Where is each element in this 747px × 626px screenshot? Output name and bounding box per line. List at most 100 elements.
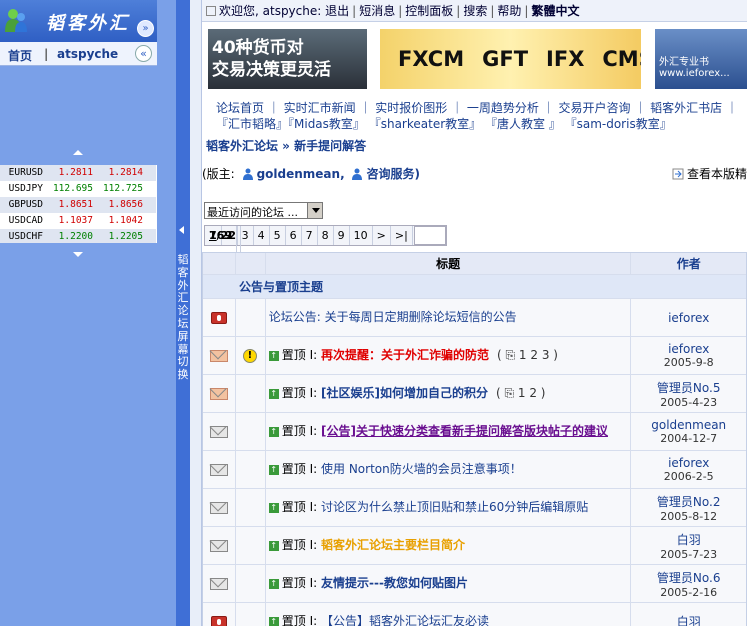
topic-pages[interactable]: ( ⎘ 1 2 3 ) [497, 348, 558, 363]
top-bar: 欢迎您, atspyche: 退出 | 短消息 | 控制面板 | 搜索 | 帮助 | 繁體中文 [202, 0, 747, 22]
page-link[interactable]: 10 [350, 226, 373, 245]
topic-author[interactable]: 管理员No.5 [631, 379, 746, 396]
hot-topic-icon [210, 387, 228, 400]
topic-title[interactable]: 使用 Norton防火墙的会员注意事项！ [321, 462, 522, 477]
page-last[interactable]: >| [391, 226, 413, 245]
table-row[interactable]: ↑ 置顶 I: 韬客外汇论坛主要栏目简介 白羽 2005-7-23 [203, 527, 746, 565]
scroll-up-icon[interactable] [73, 150, 83, 155]
sticky-prefix: 置顶 I: [281, 614, 318, 626]
topic-title[interactable]: [社区娱乐]如何增加自己的积分 [321, 386, 488, 401]
search-link[interactable]: 搜索 [463, 4, 487, 18]
rate-row: USDCAD 1.1037 1.1042 [8, 215, 143, 226]
topic-title[interactable]: 【公告】韬客外汇论坛汇友必读 [321, 614, 489, 626]
sidebar-nav: 首页 | atspyche « [0, 42, 157, 66]
topic-title[interactable]: [公告]关于快速分类查看新手提问解答版块帖子的建议 [321, 424, 608, 439]
control-panel-link[interactable]: 控制面板 [405, 4, 453, 18]
rate-row: USDJPY 112.695 112.725 [8, 183, 143, 194]
links-row[interactable]: 『汇市韬略』『Midas教室』 『sharkeater教室』 『唐人教室 』 『… [216, 116, 747, 132]
table-row[interactable]: 论坛公告: 关于每周日定期删除论坛短信的公告 ieforex [203, 299, 746, 337]
page-link[interactable]: 5 [270, 226, 286, 245]
table-row[interactable]: ↑ 置顶 I: 【公告】韬客外汇论坛汇友必读 白羽 [203, 603, 746, 626]
pin-icon: ↑ [268, 578, 279, 589]
fold-button[interactable]: » [137, 20, 154, 37]
topic-pages[interactable]: ( ⎘ 1 2 ) [496, 386, 546, 401]
moderator-link[interactable]: goldenmean, [257, 167, 345, 181]
topic-date: 2005-9-8 [663, 356, 714, 369]
sticky-prefix: 置顶 I: [281, 500, 318, 514]
topic-author[interactable]: ieforex [631, 342, 746, 356]
logout-link[interactable]: 退出 [325, 4, 349, 18]
banner-text: CMS [602, 47, 641, 71]
topic-envelope-icon [210, 501, 228, 514]
forum-links: 论坛首页 ｜ 实时汇市新闻 ｜ 实时报价图形 ｜ 一周趋势分析 ｜ 交易开户咨询… [216, 100, 747, 132]
table-row[interactable]: ↑ 置顶 I: [公告]关于快速分类查看新手提问解答版块帖子的建议 goldenm… [203, 413, 746, 451]
table-row[interactable]: ↑ 置顶 I: [社区娱乐]如何增加自己的积分 ( ⎘ 1 2 ) 管理员No.5 2… [203, 375, 746, 413]
page-jump-input[interactable] [413, 226, 446, 245]
left-sidebar: 韬客外汇 » 首页 | atspyche « EURUSD 1.2811 1.281… [0, 0, 176, 626]
section-header: 公告与置顶主题 [203, 275, 746, 299]
page-link[interactable]: 4 [254, 226, 270, 245]
view-board-link[interactable]: 查看本版精 [669, 165, 747, 182]
topic-author[interactable]: ieforex [631, 311, 746, 325]
table-row[interactable]: ↑ 置顶 I: 友情提示---教您如何贴图片 管理员No.6 2005-2-16 [203, 565, 746, 603]
topic-author[interactable]: goldenmean [631, 418, 746, 432]
welcome-text: 欢迎您, atspyche: [219, 4, 322, 18]
nav-user-link[interactable]: atspyche [57, 47, 118, 61]
moderator-link[interactable]: 咨询服务) [366, 167, 420, 181]
table-header: 标题 作者 [203, 253, 746, 275]
pin-icon: ↑ [268, 350, 279, 361]
page-link[interactable]: 9 [334, 226, 350, 245]
topic-date: 2004-12-7 [660, 432, 718, 445]
topic-title[interactable]: 讨论区为什么禁止顶旧贴和禁止60分钟后编辑原贴 [321, 500, 588, 515]
screen-switch-label[interactable]: 韬客外汇论坛屏幕切换 [177, 253, 189, 382]
topic-author[interactable]: 白羽 [631, 531, 746, 548]
chevron-down-icon[interactable] [307, 203, 322, 218]
arrow-page-icon [672, 168, 684, 180]
page-link[interactable]: 7 [302, 226, 318, 245]
topic-author[interactable]: 管理员No.2 [631, 493, 746, 510]
collapse-left-icon[interactable] [179, 226, 184, 234]
breadcrumb[interactable]: 韬客外汇论坛 » 新手提问解答 [206, 137, 366, 154]
help-link[interactable]: 帮助 [497, 4, 521, 18]
topic-title[interactable]: 友情提示---教您如何贴图片 [321, 576, 468, 591]
sticky-prefix: 置顶 I: [281, 538, 318, 552]
collapse-button[interactable]: « [135, 45, 152, 62]
sticky-prefix: 置顶 I: [281, 576, 318, 590]
messages-link[interactable]: 短消息 [359, 4, 395, 18]
page-link[interactable]: 6 [286, 226, 302, 245]
sticky-prefix: 置顶 I: [281, 462, 318, 476]
traditional-chinese-link[interactable]: 繁體中文 [531, 4, 579, 18]
table-row[interactable]: ↑ 置顶 I: 使用 Norton防火墙的会员注意事项！ ieforex 2006-… [203, 451, 746, 489]
topic-title[interactable]: 论坛公告: 关于每周日定期删除论坛短信的公告 [269, 310, 517, 325]
topic-title[interactable]: 再次提醒：关于外汇诈骗的防范 [321, 348, 489, 363]
page-next[interactable]: > [373, 226, 391, 245]
page-link[interactable]: 8 [318, 226, 334, 245]
banner-currency[interactable]: 40种货币对 交易决策更灵活 [208, 29, 367, 89]
recent-forums-select[interactable]: 最近访问的论坛 ... [204, 202, 323, 219]
nav-separator: | [44, 47, 49, 61]
pager: 769 1/22 1 2 3 4 5 6 7 8 9 10 > >| [204, 225, 447, 286]
topic-author[interactable]: ieforex [631, 456, 746, 470]
topic-title[interactable]: 韬客外汇论坛主要栏目简介 [321, 538, 465, 553]
topic-date: 2005-2-16 [660, 585, 718, 599]
announcement-icon [211, 311, 227, 324]
banner-text: 40种货币对 [212, 38, 304, 58]
sidebar-logo-text: 韬客外汇 [46, 13, 130, 34]
banner-brokers[interactable]: FXCM GFT IFX CMS [380, 29, 641, 89]
forum-main: 欢迎您, atspyche: 退出 | 短消息 | 控制面板 | 搜索 | 帮助 | 繁體中文 40… [202, 0, 747, 626]
col-title: 标题 [266, 253, 632, 274]
topic-envelope-icon [210, 539, 228, 552]
scroll-down-icon[interactable] [73, 252, 83, 257]
topic-envelope-icon [210, 577, 228, 590]
rate-row: USDCHF 1.2200 1.2205 [0, 229, 156, 243]
pin-icon: ↑ [268, 540, 279, 551]
nav-home-link[interactable]: 首页 [8, 47, 32, 64]
topic-author[interactable]: 白羽 [631, 613, 746, 626]
table-row[interactable]: ! ↑ 置顶 I: 再次提醒：关于外汇诈骗的防范 ( ⎘ 1 2 3 ) iefor… [203, 337, 746, 375]
topic-author[interactable]: 管理员No.6 [631, 569, 746, 586]
banner-books[interactable]: 外汇专业书 www.ieforex... [655, 29, 747, 89]
links-row[interactable]: 论坛首页 ｜ 实时汇市新闻 ｜ 实时报价图形 ｜ 一周趋势分析 ｜ 交易开户咨询… [216, 100, 747, 116]
frame-scrollbar[interactable] [190, 0, 202, 626]
sticky-prefix: 置顶 I: [281, 424, 318, 438]
table-row[interactable]: ↑ 置顶 I: 讨论区为什么禁止顶旧贴和禁止60分钟后编辑原贴 管理员No.2 20… [203, 489, 746, 527]
